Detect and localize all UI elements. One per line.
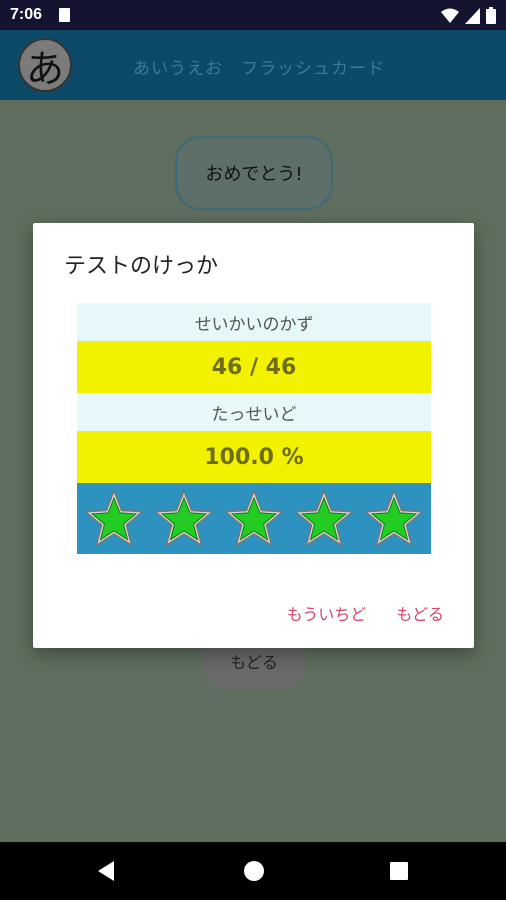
correct-count-label: せいかいのかず (77, 303, 431, 341)
star-rating (77, 483, 431, 554)
star-filled-icon (153, 488, 215, 547)
achievement-label: たっせいど (77, 393, 431, 431)
wifi-icon (441, 8, 459, 23)
star-filled-icon (293, 488, 355, 547)
result-dialog: テストのけっか せいかいのかず 46 / 46 たっせいど 100.0 % もう… (33, 223, 474, 648)
dialog-title: テストのけっか (64, 254, 219, 279)
star-filled-icon (83, 488, 145, 547)
achievement-value: 100.0 % (77, 431, 431, 483)
retry-button[interactable]: もういちど (287, 601, 367, 625)
congrats-bubble: おめでとう! (175, 136, 333, 210)
dialog-actions: もういちど もどる (287, 601, 444, 625)
back-button[interactable]: もどる (396, 601, 444, 625)
app-logo: あ (18, 38, 72, 92)
status-bar: 7:06 (0, 0, 506, 30)
correct-count-value: 46 / 46 (77, 341, 431, 393)
battery-icon (486, 7, 496, 24)
app-bar: あ あいうえお フラッシュカード (0, 30, 506, 100)
back-icon[interactable] (96, 860, 116, 882)
star-filled-icon (363, 488, 425, 547)
signal-icon (465, 7, 480, 24)
status-icons (441, 7, 496, 24)
result-panel: せいかいのかず 46 / 46 たっせいど 100.0 % (77, 303, 431, 554)
nav-bar (0, 842, 506, 900)
recents-icon[interactable] (390, 862, 408, 880)
home-icon[interactable] (243, 860, 265, 882)
status-time: 7:06 (10, 6, 43, 23)
app-title: あいうえお フラッシュカード (133, 59, 385, 79)
sd-card-icon (59, 8, 70, 22)
star-filled-icon (223, 488, 285, 547)
